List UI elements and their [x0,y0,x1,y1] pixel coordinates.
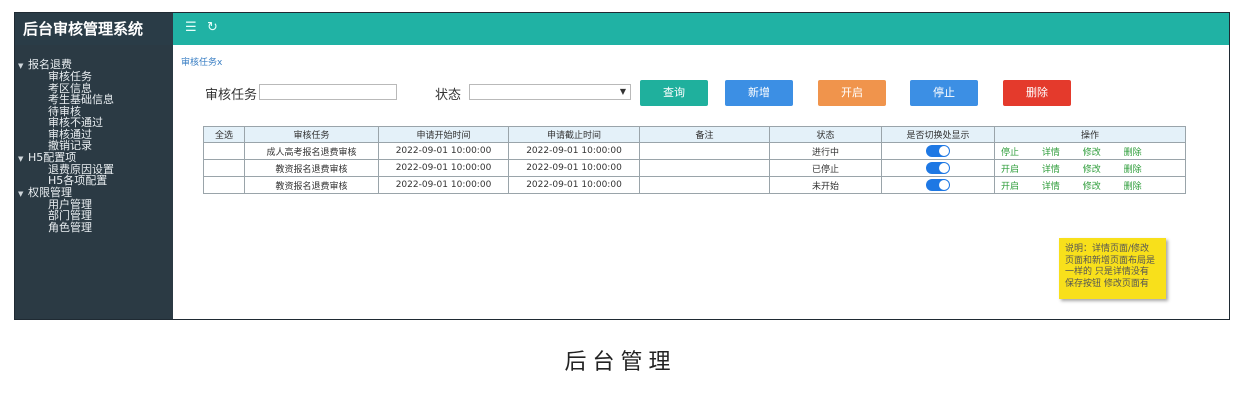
end-time-cell: 2022-09-01 10:00:00 [508,159,640,177]
sidebar-group-permissions[interactable]: ▼ 权限管理 [15,186,173,199]
status-cell: 未开始 [769,176,882,194]
table-row: 成人高考报名退费审核 2022-09-01 10:00:00 2022-09-0… [203,142,1186,160]
display-toggle-cell [881,159,995,177]
actions-cell: 开启 详情 修改 删除 [994,159,1186,177]
sidebar-item-candidate-info[interactable]: 考生基础信息 [15,94,173,106]
sidebar-item-roles[interactable]: 角色管理 [15,221,173,234]
sidebar-item-approved[interactable]: 审核通过 [15,128,173,141]
end-time-cell: 2022-09-01 10:00:00 [508,176,640,194]
display-toggle[interactable] [926,145,950,157]
edit-link[interactable]: 修改 [1083,162,1101,175]
actions-cell: 开启 详情 修改 删除 [994,176,1186,194]
note-line: 一样的 只是详情没有 [1065,267,1149,277]
tab-review-task[interactable]: 审核任务x [181,55,222,68]
caret-down-icon: ▼ [18,62,24,70]
detail-link[interactable]: 详情 [1042,162,1060,175]
app-window: 后台审核管理系统 ☰ ↻ ▼ 报名退费 审核任务 考区信息 考生基础信息 待审核 … [14,12,1230,320]
sidebar: ▼ 报名退费 审核任务 考区信息 考生基础信息 待审核 审核不通过 审核通过 撤销… [15,45,173,319]
edit-link[interactable]: 修改 [1083,179,1101,192]
display-toggle-cell [881,176,995,194]
task-table: 全选 审核任务 申请开始时间 申请截止时间 备注 状态 是否切换处显示 操作 成… [203,126,1186,194]
detail-link[interactable]: 详情 [1042,145,1060,158]
table-row: 教资报名退费审核 2022-09-01 10:00:00 2022-09-01 … [203,159,1186,177]
row-checkbox-cell[interactable] [203,176,245,194]
remark-cell [639,176,770,194]
column-header: 审核任务 [244,126,379,143]
task-name-cell: 教资报名退费审核 [244,159,379,177]
remark-cell [639,159,770,177]
table-header-row: 全选 审核任务 申请开始时间 申请截止时间 备注 状态 是否切换处显示 操作 [203,126,1186,143]
delete-link[interactable]: 删除 [1124,145,1142,158]
note-line: 保存按钮 修改页面有 [1065,278,1149,289]
delete-link[interactable]: 删除 [1124,179,1142,192]
refresh-icon[interactable]: ↻ [207,20,218,36]
column-header: 操作 [994,126,1186,143]
end-time-cell: 2022-09-01 10:00:00 [508,142,640,160]
sidebar-item-review-task[interactable]: 审核任务 [15,71,173,83]
start-time-cell: 2022-09-01 10:00:00 [378,159,509,177]
column-header: 状态 [769,126,882,143]
task-name-cell: 教资报名退费审核 [244,176,379,194]
stop-button[interactable]: 停止 [910,80,978,106]
start-link[interactable]: 开启 [1001,162,1019,175]
sidebar-item-departments[interactable]: 部门管理 [15,210,173,222]
start-link[interactable]: 开启 [1001,179,1019,192]
toggle-knob [939,163,949,173]
table-row: 教资报名退费审核 2022-09-01 10:00:00 2022-09-01 … [203,176,1186,194]
toggle-knob [939,180,949,190]
start-button[interactable]: 开启 [818,80,886,106]
stop-link[interactable]: 停止 [1001,145,1019,158]
status-cell: 已停止 [769,159,882,177]
task-search-input[interactable] [259,84,397,100]
toggle-knob [939,146,949,156]
column-header: 是否切换处显示 [881,126,995,143]
column-header: 申请截止时间 [508,126,640,143]
dropdown-arrow-icon: ▼ [619,87,626,96]
sidebar-item-rejected[interactable]: 审核不通过 [15,117,173,129]
sidebar-item-users[interactable]: 用户管理 [15,198,173,211]
start-time-cell: 2022-09-01 10:00:00 [378,142,509,160]
page-caption: 后台管理 [564,350,677,375]
top-bar: 后台审核管理系统 ☰ ↻ [15,13,1229,45]
add-button[interactable]: 新增 [725,80,793,106]
caret-down-icon: ▼ [18,154,24,163]
delete-button[interactable]: 删除 [1003,80,1071,106]
delete-link[interactable]: 删除 [1124,162,1142,175]
status-select[interactable]: ▼ [469,84,631,100]
display-toggle-cell [881,142,995,160]
actions-cell: 停止 详情 修改 删除 [994,142,1186,160]
display-toggle[interactable] [926,179,950,191]
row-checkbox-cell[interactable] [203,159,245,177]
start-time-cell: 2022-09-01 10:00:00 [378,176,509,194]
row-checkbox-cell[interactable] [203,142,245,160]
remark-cell [639,142,770,160]
status-label: 状态 [435,88,462,103]
sidebar-group-h5-config[interactable]: ▼ H5配置项 [15,151,173,164]
sticky-note: 说明：详情页面/修改 页面和新增页面布局是 一样的 只是详情没有 保存按钮 修改… [1059,238,1166,299]
task-name-cell: 成人高考报名退费审核 [244,142,379,160]
main-content: 审核任务x 审核任务 状态 ▼ 查询 新增 开启 停止 删除 全选 审核任务 申… [173,45,1229,319]
app-title: 后台审核管理系统 [15,13,173,45]
note-line: 说明：详情页面/修改 [1065,244,1150,254]
detail-link[interactable]: 详情 [1042,179,1060,192]
query-button[interactable]: 查询 [640,80,708,106]
status-cell: 进行中 [769,142,882,160]
note-line: 页面和新增页面布局是 [1065,255,1156,266]
sidebar-group-signup-refund[interactable]: ▼ 报名退费 [15,59,173,71]
task-label: 审核任务 [205,88,258,103]
display-toggle[interactable] [926,162,950,174]
caret-down-icon: ▼ [18,189,24,198]
edit-link[interactable]: 修改 [1083,145,1101,158]
column-header: 备注 [639,126,770,143]
column-header: 申请开始时间 [378,126,509,143]
menu-toggle-icon[interactable]: ☰ [185,20,197,36]
select-all-header[interactable]: 全选 [203,126,245,143]
